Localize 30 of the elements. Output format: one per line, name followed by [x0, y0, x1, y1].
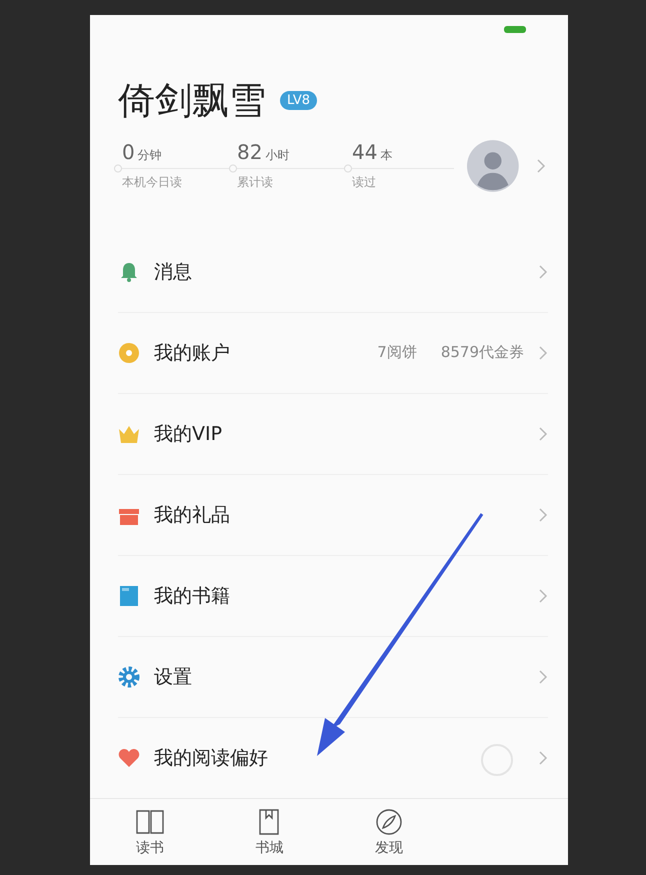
compass-icon	[374, 806, 404, 837]
chevron-icon	[538, 668, 548, 684]
chevron-icon	[538, 426, 548, 442]
chevron-icon	[538, 264, 548, 280]
book-icon	[118, 584, 140, 606]
chevron-icon	[538, 344, 548, 360]
tab[interactable]: 读书	[90, 798, 210, 865]
stat-label: 读过	[352, 174, 377, 191]
stat-value: 0 分钟	[122, 140, 163, 164]
chevron-icon	[538, 588, 548, 604]
stat-label: 本机今日读	[122, 174, 183, 191]
tab[interactable]: 书城	[210, 798, 329, 865]
chevron-icon	[536, 158, 546, 174]
account-detail: 7阅饼	[377, 343, 417, 362]
stat-label: 累计读	[237, 174, 274, 191]
chevron-icon	[538, 750, 548, 766]
battery-icon	[504, 26, 526, 33]
menu-item[interactable]: 消息	[118, 232, 548, 312]
stat-value: 82 小时	[237, 140, 290, 164]
tab[interactable]: 发现	[329, 798, 448, 865]
menu-item[interactable]: 我的VIP	[118, 392, 548, 474]
account-detail: 8579代金券	[440, 343, 524, 362]
coin-icon	[118, 342, 140, 364]
level-badge: LV8	[280, 91, 317, 110]
menu-item[interactable]: 我的账户 7阅饼 8579代金券	[118, 312, 548, 392]
chevron-icon	[538, 506, 548, 522]
heart-icon	[118, 746, 140, 768]
settings-icon	[118, 666, 140, 688]
stat-value: 44 本	[352, 140, 394, 164]
user-name: 倚剑飘雪	[118, 78, 266, 124]
